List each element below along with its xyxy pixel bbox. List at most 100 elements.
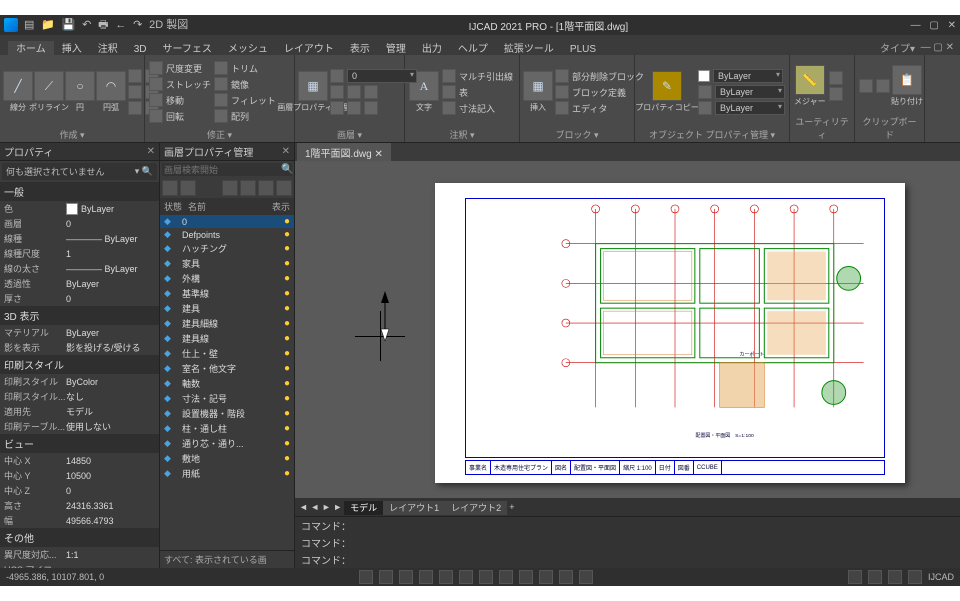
draw-tool-icon[interactable] <box>128 85 142 99</box>
status-toggle[interactable] <box>499 570 513 584</box>
layer-properties-button[interactable]: ▦ 画層プロパティ管理 <box>299 71 327 113</box>
edit-鏡像-button[interactable]: 鏡像 <box>214 77 276 91</box>
prop-row[interactable]: 画層0 <box>0 216 159 231</box>
layer-tool-icon[interactable] <box>347 101 361 115</box>
prop-row[interactable]: 適用先モデル <box>0 404 159 419</box>
layer-row[interactable]: ◆建具● <box>160 301 294 316</box>
new-icon[interactable]: ▤ <box>24 19 34 31</box>
edit-フィレット-button[interactable]: フィレット <box>214 93 276 107</box>
minimize-button[interactable]: — <box>911 20 921 31</box>
selection-combo[interactable]: 何も選択されていません▾ 🔍 <box>2 163 157 180</box>
bulb-icon[interactable]: ● <box>284 378 290 389</box>
layer-row[interactable]: ◆0● <box>160 215 294 228</box>
prop-combo[interactable]: ByLayer <box>698 101 785 115</box>
prop-row[interactable]: 色ByLayer <box>0 201 159 216</box>
status-toggle[interactable] <box>479 570 493 584</box>
block-button[interactable]: ブロック定義 <box>555 85 644 99</box>
bulb-icon[interactable]: ● <box>284 229 290 240</box>
layer-tool-icon[interactable] <box>276 180 292 196</box>
status-toggle[interactable] <box>399 570 413 584</box>
prop-row[interactable]: 線の太さ———— ByLayer <box>0 261 159 276</box>
layer-row[interactable]: ◆柱・通し柱● <box>160 421 294 436</box>
bulb-icon[interactable]: ● <box>284 363 290 374</box>
document-tab[interactable]: 1階平面図.dwg ✕ <box>297 143 391 162</box>
edit-配列-button[interactable]: 配列 <box>214 109 276 123</box>
workspace-label[interactable]: 2D 製図 <box>149 19 188 31</box>
ribbon-min-icon[interactable]: — <box>921 42 931 53</box>
open-icon[interactable]: 📁 <box>41 19 55 31</box>
status-toggle[interactable] <box>359 570 373 584</box>
status-toggle[interactable] <box>379 570 393 584</box>
prop-row[interactable]: 影を表示影を投げる/受ける <box>0 340 159 355</box>
layer-tool-icon[interactable] <box>347 85 361 99</box>
bulb-icon[interactable]: ● <box>284 393 290 404</box>
prop-group-header[interactable]: 印刷スタイル <box>0 355 159 374</box>
layer-row[interactable]: ◆敷地● <box>160 451 294 466</box>
draw-ポリライン-button[interactable]: ⟋ポリライン <box>35 71 63 113</box>
print-icon[interactable]: 🖶 <box>98 19 108 31</box>
draw-tool-icon[interactable] <box>128 101 142 115</box>
layer-row[interactable]: ◆ハッチング● <box>160 241 294 256</box>
status-toggle[interactable] <box>559 570 573 584</box>
edit-トリム-button[interactable]: トリム <box>214 61 276 75</box>
draw-円-button[interactable]: ○円 <box>66 71 94 113</box>
edit-尺度変更-button[interactable]: 尺度変更 <box>149 61 211 75</box>
panel-close-icon[interactable]: ✕ <box>147 146 155 157</box>
layer-tool-icon[interactable] <box>162 180 178 196</box>
bulb-icon[interactable]: ● <box>284 408 290 419</box>
layout-add[interactable]: + <box>509 502 514 512</box>
prop-row[interactable]: 厚さ0 <box>0 291 159 306</box>
bulb-icon[interactable]: ● <box>284 348 290 359</box>
prop-row[interactable]: マテリアルByLayer <box>0 325 159 340</box>
clip-icon[interactable] <box>859 79 873 93</box>
measure-button[interactable]: 📏メジャー <box>794 65 826 107</box>
prop-group-header[interactable]: 3D 表示 <box>0 306 159 325</box>
util-icon[interactable] <box>829 87 843 101</box>
draw-tool-icon[interactable] <box>128 69 142 83</box>
status-toggle[interactable] <box>579 570 593 584</box>
layer-row[interactable]: ◆建具線● <box>160 331 294 346</box>
layer-row[interactable]: ◆軸数● <box>160 376 294 391</box>
layout-nav[interactable]: ◄ ◄ ► ► <box>299 502 342 512</box>
layer-row[interactable]: ◆用紙● <box>160 466 294 481</box>
prop-row[interactable]: 中心 Z0 <box>0 483 159 498</box>
matchprop-button[interactable]: ✎プロパティコピー <box>639 71 695 113</box>
layer-row[interactable]: ◆家具● <box>160 256 294 271</box>
prop-row[interactable]: 中心 X14850 <box>0 453 159 468</box>
block-button[interactable]: 部分削除ブロック <box>555 69 644 83</box>
annot-button[interactable]: 表 <box>442 85 513 99</box>
draw-線分-button[interactable]: ╱線分 <box>4 71 32 113</box>
prop-combo[interactable]: ByLayer <box>698 69 785 83</box>
edit-回転-button[interactable]: 回転 <box>149 109 211 123</box>
layer-row[interactable]: ◆基準線● <box>160 286 294 301</box>
layer-tool-icon[interactable] <box>330 101 344 115</box>
prop-row[interactable]: 印刷スタイルByColor <box>0 374 159 389</box>
clip-icon[interactable] <box>876 79 890 93</box>
status-toggle[interactable] <box>459 570 473 584</box>
layer-row[interactable]: ◆外構● <box>160 271 294 286</box>
edit-ストレッチ-button[interactable]: ストレッチ <box>149 77 211 91</box>
layer-search-input[interactable] <box>164 165 281 175</box>
app-logo[interactable] <box>4 18 18 32</box>
redo-icon[interactable]: ↷ <box>133 19 142 31</box>
layer-search[interactable]: 🔍 <box>162 163 292 176</box>
prop-group-header[interactable]: 一般 <box>0 182 159 201</box>
annot-button[interactable]: マルチ引出線 <box>442 69 513 83</box>
prop-row[interactable]: 透過性ByLayer <box>0 276 159 291</box>
layout-tab[interactable]: モデル <box>344 501 383 515</box>
maximize-button[interactable]: ▢ <box>929 20 938 31</box>
status-toggle[interactable] <box>908 570 922 584</box>
layer-tool-icon[interactable] <box>222 180 238 196</box>
bulb-icon[interactable]: ● <box>284 273 290 284</box>
bulb-icon[interactable]: ● <box>284 303 290 314</box>
annot-button[interactable]: 寸法記入 <box>442 101 513 115</box>
layer-row[interactable]: ◆Defpoints● <box>160 228 294 241</box>
ribbon-restore-icon[interactable]: ▢ <box>933 42 942 53</box>
status-toggle[interactable] <box>848 570 862 584</box>
layer-combo[interactable]: 0 <box>330 69 417 83</box>
paste-button[interactable]: 📋貼り付け <box>893 65 921 107</box>
prop-group-header[interactable]: ビュー <box>0 434 159 453</box>
prop-row[interactable]: 印刷スタイル...なし <box>0 389 159 404</box>
bulb-icon[interactable]: ● <box>284 216 290 227</box>
layer-row[interactable]: ◆建具細線● <box>160 316 294 331</box>
